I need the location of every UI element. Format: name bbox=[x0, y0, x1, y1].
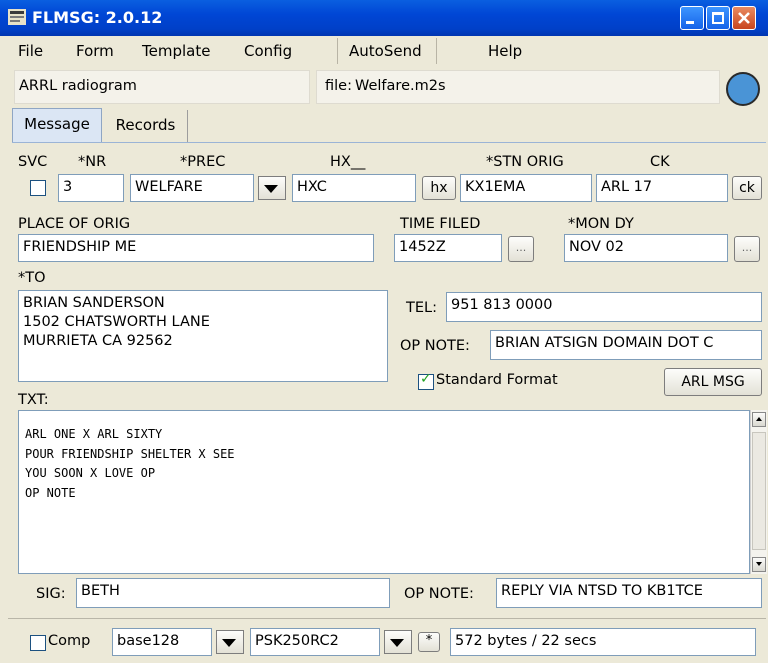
nr-field[interactable]: 3 bbox=[58, 174, 124, 202]
arrow-down-icon bbox=[756, 562, 762, 566]
to-label: *TO bbox=[18, 270, 46, 286]
sig-op-note-field[interactable]: REPLY VIA NTSD TO KB1TCE bbox=[496, 578, 762, 608]
menu-help[interactable]: Help bbox=[488, 42, 522, 60]
menu-separator bbox=[337, 38, 338, 64]
stn-orig-label: *STN ORIG bbox=[486, 154, 564, 170]
hx-label: HX__ bbox=[330, 154, 366, 170]
form-name-box: ARRL radiogram bbox=[14, 70, 310, 104]
standard-format-label: Standard Format bbox=[436, 372, 558, 388]
menu-form[interactable]: Form bbox=[76, 42, 114, 60]
mon-dy-field[interactable]: NOV 02 bbox=[564, 234, 728, 262]
minimize-icon bbox=[686, 21, 694, 24]
text-scrollbar[interactable] bbox=[750, 410, 767, 574]
place-of-orig-label: PLACE OF ORIG bbox=[18, 216, 131, 232]
to-address-field[interactable]: BRIAN SANDERSON 1502 CHATSWORTH LANE MUR… bbox=[18, 290, 388, 382]
menu-autosend[interactable]: AutoSend bbox=[349, 42, 422, 60]
transfer-size-field: 572 bytes / 22 secs bbox=[450, 628, 756, 656]
menu-template[interactable]: Template bbox=[142, 42, 210, 60]
menu-separator bbox=[436, 38, 437, 64]
window-title: FLMSG: 2.0.12 bbox=[32, 8, 163, 27]
minimize-button[interactable] bbox=[680, 6, 704, 30]
tab-divider bbox=[12, 142, 766, 143]
time-picker-button[interactable]: ... bbox=[508, 236, 534, 262]
scroll-up-button[interactable] bbox=[752, 412, 766, 427]
menu-bar: File Form Template Config AutoSend Help bbox=[0, 36, 768, 66]
time-filed-label: TIME FILED bbox=[400, 216, 481, 232]
chevron-down-icon bbox=[264, 185, 278, 193]
scroll-down-button[interactable] bbox=[752, 557, 766, 572]
ck-field[interactable]: ARL 17 bbox=[596, 174, 728, 202]
mon-dy-label: *MON DY bbox=[568, 216, 634, 232]
compress-checkbox[interactable] bbox=[30, 635, 46, 651]
hx-field[interactable]: HXC bbox=[292, 174, 416, 202]
maximize-button[interactable] bbox=[706, 6, 730, 30]
prec-label: *PREC bbox=[180, 154, 226, 170]
arrow-up-icon bbox=[756, 417, 762, 421]
close-icon bbox=[738, 12, 750, 24]
encoding-dropdown-button[interactable] bbox=[216, 630, 244, 654]
op-note-field[interactable]: BRIAN ATSIGN DOMAIN DOT C bbox=[490, 330, 762, 360]
close-button[interactable] bbox=[732, 6, 756, 30]
checkmark-icon: ✓ bbox=[420, 371, 432, 387]
date-picker-button[interactable]: ... bbox=[734, 236, 760, 262]
tel-field[interactable]: 951 813 0000 bbox=[446, 292, 762, 322]
chevron-down-icon bbox=[390, 639, 404, 647]
sig-field[interactable]: BETH bbox=[76, 578, 390, 608]
file-name: Welfare.m2s bbox=[355, 78, 446, 94]
svc-checkbox[interactable] bbox=[30, 180, 46, 196]
compress-label: Comp bbox=[48, 633, 91, 649]
app-icon bbox=[8, 9, 26, 25]
op-note-label: OP NOTE: bbox=[400, 338, 470, 354]
tab-message[interactable]: Message bbox=[12, 108, 102, 142]
message-text-area[interactable]: ARL ONE X ARL SIXTY POUR FRIENDSHIP SHEL… bbox=[18, 410, 750, 574]
file-name-box: file: Welfare.m2s bbox=[316, 70, 720, 104]
tab-records[interactable]: Records bbox=[104, 110, 188, 142]
standard-format-checkbox[interactable]: ✓ bbox=[418, 371, 434, 390]
statusbar-divider bbox=[8, 618, 766, 619]
prec-dropdown-button[interactable] bbox=[258, 176, 286, 200]
maximize-icon bbox=[712, 12, 724, 24]
encoding-field[interactable]: base128 bbox=[112, 628, 212, 656]
file-label: file: bbox=[325, 78, 352, 94]
form-name: ARRL radiogram bbox=[19, 78, 137, 94]
menu-file[interactable]: File bbox=[18, 42, 43, 60]
svc-label: SVC bbox=[18, 154, 48, 170]
ck-button[interactable]: ck bbox=[732, 176, 762, 200]
prec-field[interactable]: WELFARE bbox=[130, 174, 254, 202]
arl-msg-button[interactable]: ARL MSG bbox=[664, 368, 762, 396]
nr-label: *NR bbox=[78, 154, 107, 170]
scroll-thumb[interactable] bbox=[752, 432, 766, 550]
mode-dropdown-button[interactable] bbox=[384, 630, 412, 654]
stn-orig-field[interactable]: KX1EMA bbox=[460, 174, 592, 202]
title-bar[interactable]: FLMSG: 2.0.12 bbox=[0, 0, 768, 36]
flmsg-window: FLMSG: 2.0.12 File Form Template Config … bbox=[0, 0, 768, 663]
sig-label: SIG: bbox=[36, 586, 66, 602]
hx-button[interactable]: hx bbox=[422, 176, 456, 200]
chevron-down-icon bbox=[222, 639, 236, 647]
sig-op-note-label: OP NOTE: bbox=[404, 586, 474, 602]
mode-star-button[interactable]: * bbox=[418, 632, 440, 652]
menu-config[interactable]: Config bbox=[244, 42, 292, 60]
ck-label: CK bbox=[650, 154, 670, 170]
txt-label: TXT: bbox=[18, 392, 49, 408]
status-indicator bbox=[726, 72, 760, 106]
place-of-orig-field[interactable]: FRIENDSHIP ME bbox=[18, 234, 374, 262]
time-filed-field[interactable]: 1452Z bbox=[394, 234, 502, 262]
mode-field[interactable]: PSK250RC2 bbox=[250, 628, 380, 656]
tel-label: TEL: bbox=[406, 300, 437, 316]
